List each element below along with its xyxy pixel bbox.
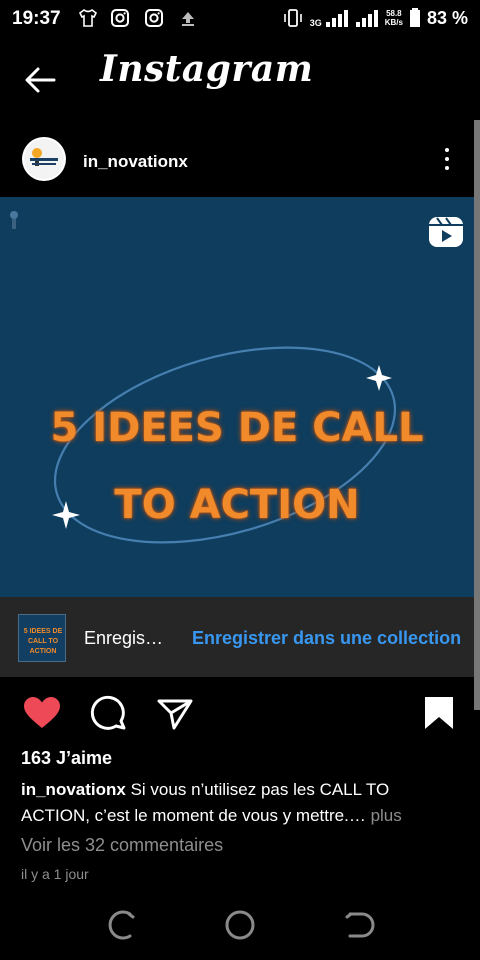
reels-icon[interactable] [427, 215, 465, 249]
scrollbar[interactable] [474, 120, 480, 710]
back-icon[interactable] [340, 905, 380, 945]
network-type: 3G [309, 18, 322, 28]
upload-icon [182, 12, 194, 26]
view-comments-link[interactable]: Voir les 32 commentaires [21, 835, 223, 856]
more-vertical-icon[interactable] [436, 144, 458, 174]
avatar-logo [24, 139, 64, 179]
caption-more-link[interactable]: plus [371, 806, 402, 825]
bookmark-icon[interactable] [419, 695, 459, 731]
likes-count[interactable]: 163 J’aime [21, 748, 112, 769]
save-thumbnail: 5 IDEES DE CALL TO ACTION [18, 614, 66, 662]
status-right-group: 3G 58.8 KB/s 83 % [282, 6, 468, 30]
instagram-icon [145, 9, 163, 27]
home-icon[interactable] [220, 905, 260, 945]
media-title-line1: 5 IDEES DE CALL [50, 405, 424, 451]
network-speed: 58.8 KB/s [385, 9, 403, 27]
save-thumbnail-text: 5 IDEES DE CALL TO ACTION [23, 628, 63, 655]
caption-username[interactable]: in_novationx [21, 780, 126, 799]
bulb-logo-icon [30, 148, 58, 166]
battery-icon [409, 8, 420, 27]
heart-icon[interactable] [22, 695, 62, 731]
media-title-line2: TO ACTION [114, 482, 360, 528]
avatar[interactable] [22, 137, 66, 181]
app-title: Instagram [100, 48, 314, 90]
post-time: il y a 1 jour [21, 866, 89, 882]
media-decoration [10, 211, 397, 544]
post-username[interactable]: in_novationx [83, 152, 188, 172]
signal-icon [325, 10, 348, 27]
instagram-icon [111, 9, 129, 27]
save-to-collection-link[interactable]: Enregistrer dans une collection [192, 628, 461, 649]
tshirt-icon [78, 9, 98, 27]
speed-unit: KB/s [384, 18, 403, 27]
back-arrow-icon[interactable] [20, 60, 64, 100]
vibrate-icon [283, 9, 302, 27]
comment-icon[interactable] [88, 695, 128, 731]
recents-icon[interactable] [100, 905, 140, 945]
share-icon[interactable] [155, 695, 195, 731]
signal-icon [355, 10, 378, 27]
status-bar: 19:37 3G 58.8 KB/s 83 % [0, 0, 480, 38]
status-time: 19:37 [12, 8, 61, 29]
speed-value: 58.8 [386, 9, 402, 18]
battery-percent: 83 % [426, 7, 468, 28]
post-caption: in_novationx Si vous n’utilisez pas les … [21, 777, 461, 829]
save-label: Enregis… [84, 628, 164, 648]
post-media[interactable]: 5 IDEES DE CALL TO ACTION [0, 197, 474, 597]
